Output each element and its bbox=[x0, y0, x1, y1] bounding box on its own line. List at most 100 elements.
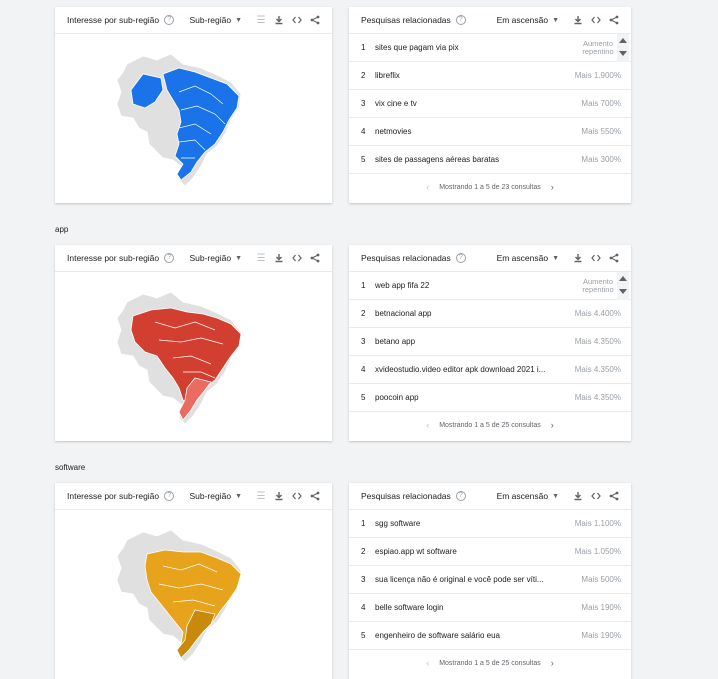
map-card-header: Interesse por sub-região ? Sub-região ▼ … bbox=[55, 483, 332, 510]
rising-dropdown[interactable]: Em ascensão bbox=[497, 491, 549, 501]
next-page-icon[interactable]: › bbox=[551, 420, 554, 430]
download-icon[interactable] bbox=[569, 253, 587, 263]
row-query[interactable]: sua licença não é original e você pode s… bbox=[375, 575, 581, 584]
row-value: Mais 500% bbox=[581, 575, 621, 584]
list-item[interactable]: 3 vix cine e tv Mais 700% bbox=[349, 90, 631, 118]
list-item[interactable]: 4 xvideostudio.video editor apk download… bbox=[349, 356, 631, 384]
prev-page-icon[interactable]: ‹ bbox=[426, 182, 429, 192]
list-item[interactable]: 4 netmovies Mais 550% bbox=[349, 118, 631, 146]
embed-code-icon[interactable] bbox=[288, 15, 306, 25]
download-icon[interactable] bbox=[569, 15, 587, 25]
section-title: software bbox=[55, 463, 86, 472]
dropdown-arrow-icon[interactable]: ▼ bbox=[235, 17, 242, 24]
dropdown-arrow-icon[interactable]: ▼ bbox=[235, 255, 242, 262]
subregion-dropdown[interactable]: Sub-região bbox=[189, 253, 231, 263]
rising-dropdown[interactable]: Em ascensão bbox=[497, 15, 549, 25]
rising-dropdown[interactable]: Em ascensão bbox=[497, 253, 549, 263]
row-query[interactable]: poocoin app bbox=[375, 393, 575, 402]
list-item[interactable]: 4 belle software login Mais 190% bbox=[349, 594, 631, 622]
related-card: Pesquisas relacionadas ? Em ascensão ▼ 1… bbox=[349, 245, 631, 441]
subregion-dropdown[interactable]: Sub-região bbox=[189, 491, 231, 501]
brazil-map[interactable] bbox=[55, 510, 332, 678]
download-icon[interactable] bbox=[270, 15, 288, 25]
list-item[interactable]: 1 web app fifa 22 Aumento repentino bbox=[349, 272, 631, 300]
help-icon[interactable]: ? bbox=[455, 253, 466, 263]
embed-code-icon[interactable] bbox=[288, 253, 306, 263]
row-index: 5 bbox=[361, 393, 366, 402]
pagination: ‹ Mostrando 1 a 5 de 25 consultas › bbox=[349, 412, 631, 438]
list-item[interactable]: 2 betnacional app Mais 4.400% bbox=[349, 300, 631, 328]
scroll-down-icon[interactable] bbox=[619, 51, 627, 56]
row-query[interactable]: xvideostudio.video editor apk download 2… bbox=[375, 365, 575, 374]
list-view-icon[interactable]: ☰ bbox=[252, 253, 270, 264]
embed-code-icon[interactable] bbox=[587, 15, 605, 25]
share-icon[interactable] bbox=[605, 491, 623, 501]
share-icon[interactable] bbox=[605, 15, 623, 25]
list-item[interactable]: 2 libreflix Mais 1.900% bbox=[349, 62, 631, 90]
help-icon[interactable]: ? bbox=[455, 15, 466, 25]
dropdown-arrow-icon[interactable]: ▼ bbox=[552, 17, 559, 24]
help-icon[interactable]: ? bbox=[164, 15, 175, 25]
row-value: Mais 1.100% bbox=[574, 519, 621, 528]
embed-code-icon[interactable] bbox=[587, 491, 605, 501]
subregion-dropdown[interactable]: Sub-região bbox=[189, 15, 231, 25]
brazil-map[interactable] bbox=[55, 272, 332, 440]
list-item[interactable]: 1 sites que pagam via pix Aumento repent… bbox=[349, 34, 631, 62]
scrollbar[interactable] bbox=[617, 272, 629, 300]
pagination: ‹ Mostrando 1 a 5 de 25 consultas › bbox=[349, 650, 631, 676]
row-query[interactable]: sites de passagens aéreas baratas bbox=[375, 155, 581, 164]
help-icon[interactable]: ? bbox=[164, 491, 175, 501]
dropdown-arrow-icon[interactable]: ▼ bbox=[552, 493, 559, 500]
help-icon[interactable]: ? bbox=[164, 253, 175, 263]
row-query[interactable]: libreflix bbox=[375, 71, 575, 80]
list-item[interactable]: 1 sgg software Mais 1.100% bbox=[349, 510, 631, 538]
row-query[interactable]: netmovies bbox=[375, 127, 581, 136]
list-item[interactable]: 5 sites de passagens aéreas baratas Mais… bbox=[349, 146, 631, 174]
dropdown-arrow-icon[interactable]: ▼ bbox=[552, 255, 559, 262]
related-list: 1 web app fifa 22 Aumento repentino 2 be… bbox=[349, 272, 631, 412]
download-icon[interactable] bbox=[569, 491, 587, 501]
scroll-up-icon[interactable] bbox=[619, 276, 627, 281]
row-value: Mais 190% bbox=[581, 631, 621, 640]
list-item[interactable]: 5 poocoin app Mais 4.350% bbox=[349, 384, 631, 412]
row-query[interactable]: web app fifa 22 bbox=[375, 281, 575, 290]
map-card-header: Interesse por sub-região ? Sub-região ▼ … bbox=[55, 7, 332, 34]
embed-code-icon[interactable] bbox=[288, 491, 306, 501]
row-query[interactable]: vix cine e tv bbox=[375, 99, 581, 108]
row-query[interactable]: espiao.app wt software bbox=[375, 547, 575, 556]
related-list: 1 sgg software Mais 1.100% 2 espiao.app … bbox=[349, 510, 631, 650]
prev-page-icon[interactable]: ‹ bbox=[426, 658, 429, 668]
row-query[interactable]: sgg software bbox=[375, 519, 575, 528]
list-view-icon[interactable]: ☰ bbox=[252, 15, 270, 26]
next-page-icon[interactable]: › bbox=[551, 182, 554, 192]
list-item[interactable]: 3 betano app Mais 4.350% bbox=[349, 328, 631, 356]
prev-page-icon[interactable]: ‹ bbox=[426, 420, 429, 430]
row-query[interactable]: engenheiro de software salário eua bbox=[375, 631, 581, 640]
share-icon[interactable] bbox=[306, 15, 324, 25]
download-icon[interactable] bbox=[270, 491, 288, 501]
scroll-up-icon[interactable] bbox=[619, 38, 627, 43]
row-query[interactable]: belle software login bbox=[375, 603, 581, 612]
list-view-icon[interactable]: ☰ bbox=[252, 491, 270, 502]
scrollbar[interactable] bbox=[617, 34, 629, 62]
next-page-icon[interactable]: › bbox=[551, 658, 554, 668]
related-card-title: Pesquisas relacionadas bbox=[361, 491, 451, 501]
row-query[interactable]: betnacional app bbox=[375, 309, 575, 318]
list-item[interactable]: 2 espiao.app wt software Mais 1.050% bbox=[349, 538, 631, 566]
list-item[interactable]: 5 engenheiro de software salário eua Mai… bbox=[349, 622, 631, 650]
download-icon[interactable] bbox=[270, 253, 288, 263]
row-query[interactable]: sites que pagam via pix bbox=[375, 43, 575, 52]
embed-code-icon[interactable] bbox=[587, 253, 605, 263]
share-icon[interactable] bbox=[306, 253, 324, 263]
list-item[interactable]: 3 sua licença não é original e você pode… bbox=[349, 566, 631, 594]
scroll-down-icon[interactable] bbox=[619, 289, 627, 294]
row-value: Mais 4.400% bbox=[574, 309, 621, 318]
brazil-map[interactable] bbox=[55, 34, 332, 202]
share-icon[interactable] bbox=[306, 491, 324, 501]
help-icon[interactable]: ? bbox=[455, 491, 466, 501]
dropdown-arrow-icon[interactable]: ▼ bbox=[235, 493, 242, 500]
map-card-header: Interesse por sub-região ? Sub-região ▼ … bbox=[55, 245, 332, 272]
share-icon[interactable] bbox=[605, 253, 623, 263]
related-card: Pesquisas relacionadas ? Em ascensão ▼ 1… bbox=[349, 7, 631, 203]
row-query[interactable]: betano app bbox=[375, 337, 575, 346]
